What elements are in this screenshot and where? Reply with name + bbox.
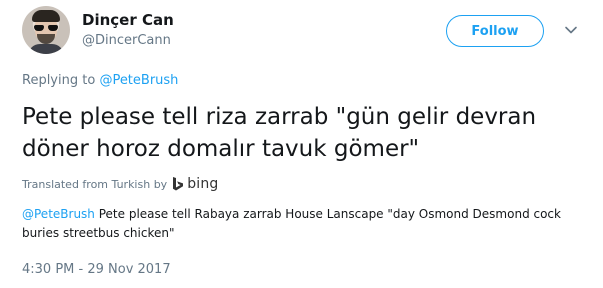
follow-button[interactable]: Follow — [446, 15, 544, 47]
translated-from-label: Translated from Turkish by — [22, 177, 168, 191]
replying-to: Replying to @PeteBrush — [22, 73, 178, 88]
translation-body: Pete please tell Rabaya zarrab House Lan… — [22, 207, 561, 240]
author-name[interactable]: Dinçer Can — [82, 11, 174, 29]
translation-attribution: Translated from Turkish by bing — [22, 176, 219, 192]
translated-text: @PeteBrush Pete please tell Rabaya zarra… — [22, 205, 582, 243]
tweet-timestamp[interactable]: 4:30 PM - 29 Nov 2017 — [22, 262, 171, 277]
bing-wordmark: bing — [187, 176, 219, 192]
replying-to-label: Replying to — [22, 73, 100, 88]
reply-target-link[interactable]: @PeteBrush — [99, 73, 178, 88]
bing-logo[interactable]: bing — [172, 176, 218, 192]
chevron-down-icon[interactable] — [563, 22, 579, 38]
tweet-header: Dinçer Can @DincerCann Follow — [22, 6, 588, 54]
translation-mention-link[interactable]: @PeteBrush — [22, 207, 95, 221]
author-handle[interactable]: @DincerCann — [82, 33, 171, 48]
bing-icon — [173, 176, 184, 190]
tweet-text: Pete please tell riza zarrab "gün gelir … — [22, 104, 537, 162]
avatar[interactable] — [22, 6, 70, 54]
